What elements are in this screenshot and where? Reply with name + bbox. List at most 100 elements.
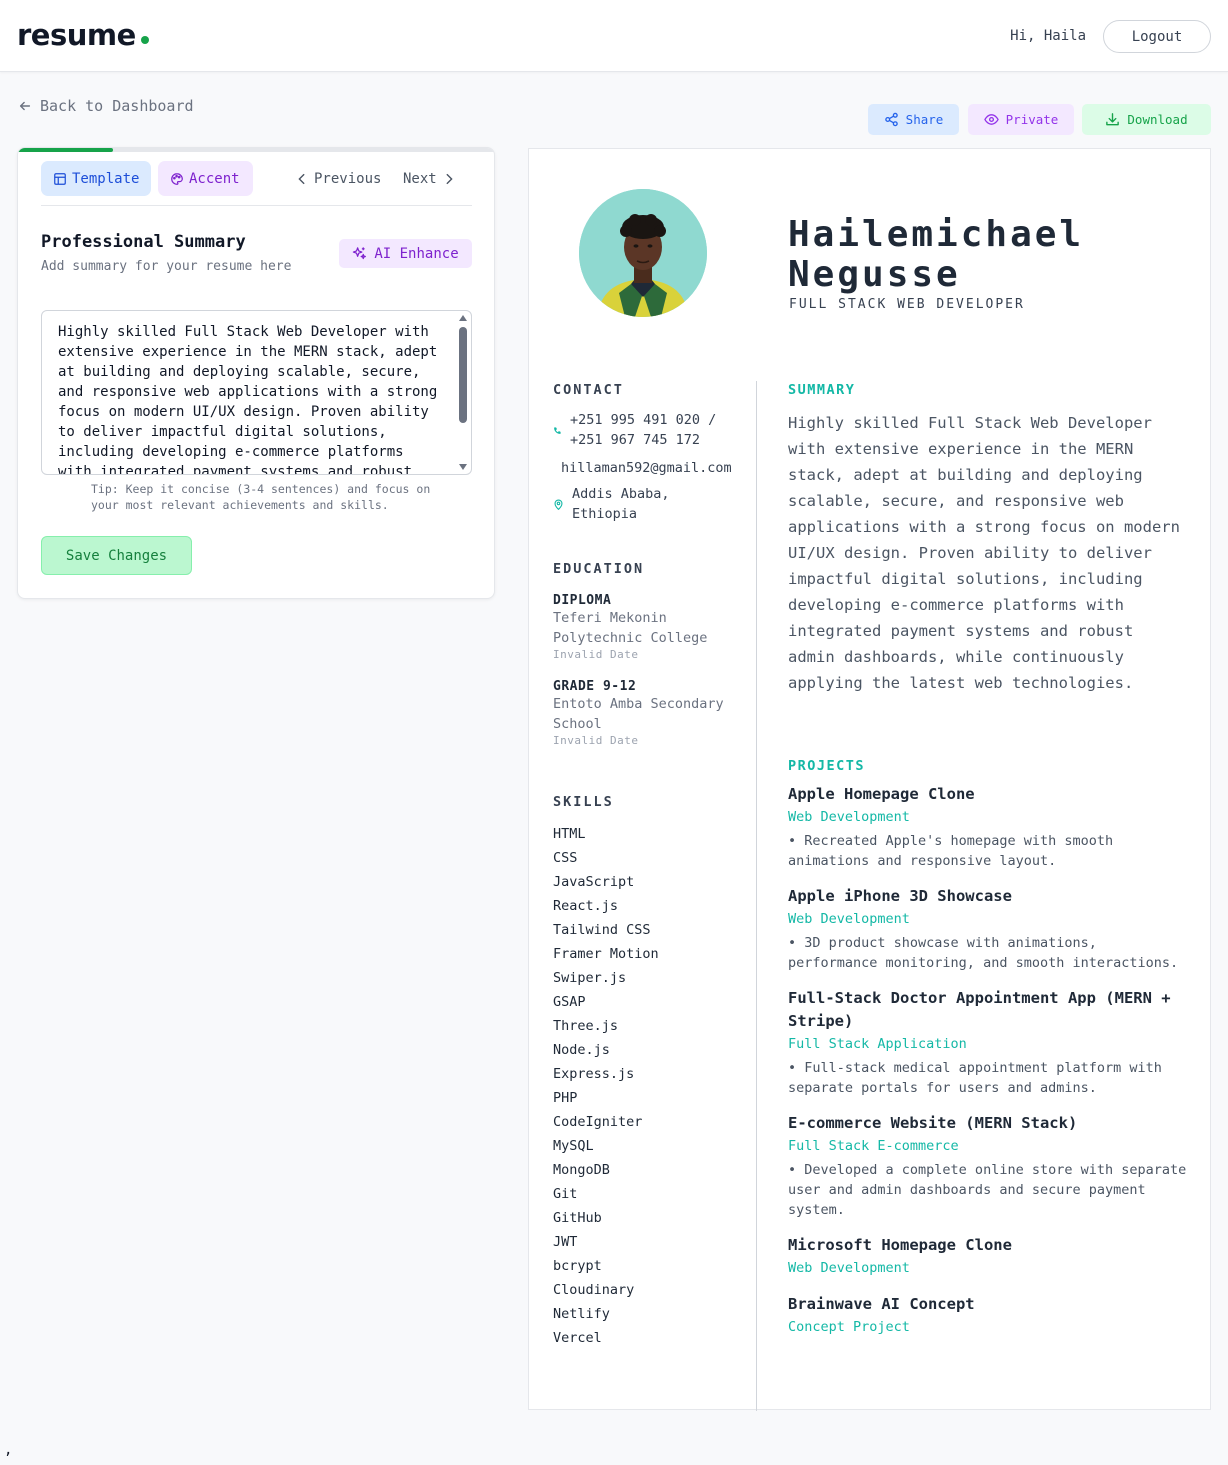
last-name: Negusse xyxy=(788,254,961,295)
education-school: Entoto Amba Secondary School xyxy=(553,696,724,732)
scroll-down-arrow[interactable] xyxy=(459,464,467,470)
skills-heading: SKILLS xyxy=(553,794,614,810)
sparkles-icon xyxy=(353,247,367,260)
template-label: Template xyxy=(72,170,140,187)
skill-item: Swiper.js xyxy=(553,970,627,986)
download-label: Download xyxy=(1127,112,1188,127)
layout-icon xyxy=(54,172,66,185)
skill-item: GitHub xyxy=(553,1210,602,1226)
share-button[interactable]: Share xyxy=(868,104,959,135)
previous-label: Previous xyxy=(314,170,382,187)
project-title: Full-Stack Doctor Appointment App (MERN … xyxy=(788,989,1171,1030)
share-icon xyxy=(884,112,898,127)
progress-track xyxy=(18,148,494,152)
first-name: Hailemichael xyxy=(788,214,1085,255)
back-label: Back to Dashboard xyxy=(40,97,194,115)
tip-text: Tip: Keep it concise (3-4 sentences) and… xyxy=(91,482,431,512)
textarea-scrollbar[interactable] xyxy=(456,311,470,474)
skill-item: React.js xyxy=(553,898,619,914)
skills-section: SKILLS HTML CSS JavaScript React.js Tailwind… xyxy=(553,794,748,1350)
next-button[interactable]: Next xyxy=(397,161,462,196)
project-item: Apple Homepage Clone Web Development • Rec… xyxy=(788,783,1188,871)
contact-heading: CONTACT xyxy=(553,382,624,398)
previous-button[interactable]: Previous xyxy=(289,161,387,196)
education-date: Invalid Date xyxy=(553,734,639,747)
map-pin-icon xyxy=(554,499,563,510)
summary-section: SUMMARY Highly skilled Full Stack Web De… xyxy=(788,382,1188,696)
projects-list: Apple Homepage Clone Web Development • Rec… xyxy=(788,783,1188,1338)
contact-phone: +251 995 491 020 / +251 967 745 172 xyxy=(553,410,748,450)
project-item: E-commerce Website (MERN Stack) Full Stac… xyxy=(788,1112,1188,1220)
arrow-left-icon xyxy=(19,101,31,111)
editor-toolbar: Template Accent Previous Next xyxy=(41,161,472,206)
logo-text: resume xyxy=(17,18,136,52)
project-type: Web Development xyxy=(788,1260,910,1276)
phone-icon xyxy=(554,426,561,434)
private-button[interactable]: Private xyxy=(968,104,1074,135)
education-date: Invalid Date xyxy=(553,648,639,661)
summary-textarea-value: Highly skilled Full Stack Web Developer … xyxy=(58,324,438,475)
project-description: • 3D product showcase with animations, p… xyxy=(788,935,1179,971)
user-greeting: Hi, Haila xyxy=(1010,28,1086,44)
share-label: Share xyxy=(905,112,944,127)
resume-name: Hailemichael Negusse xyxy=(788,215,1084,295)
skill-item: Framer Motion xyxy=(553,946,659,962)
project-type: Web Development xyxy=(788,911,910,927)
project-title: Apple Homepage Clone xyxy=(788,785,975,803)
section-subtitle: Add summary for your resume here xyxy=(41,259,292,274)
summary-textarea[interactable]: Highly skilled Full Stack Web Developer … xyxy=(41,310,472,475)
skill-item: GSAP xyxy=(553,994,586,1010)
resume-preview: Hailemichael Negusse FULL STACK WEB DEVE… xyxy=(528,148,1211,1411)
skill-item: JavaScript xyxy=(553,874,635,890)
logo[interactable]: resume xyxy=(17,18,149,52)
template-button[interactable]: Template xyxy=(41,161,151,196)
skill-item: Node.js xyxy=(553,1042,610,1058)
back-to-dashboard-link[interactable]: Back to Dashboard xyxy=(18,97,194,115)
scroll-up-arrow[interactable] xyxy=(459,315,467,321)
top-navbar: resume Hi, Haila Logout xyxy=(0,0,1228,72)
phone-text: +251 995 491 020 / +251 967 745 172 xyxy=(570,412,717,448)
project-title: Microsoft Homepage Clone xyxy=(788,1236,1012,1254)
skill-item: Express.js xyxy=(553,1066,635,1082)
skill-item: MySQL xyxy=(553,1138,594,1154)
education-degree: DIPLOMA xyxy=(553,593,612,608)
project-type: Full Stack Application xyxy=(788,1036,967,1052)
scroll-thumb[interactable] xyxy=(459,327,467,423)
education-section: EDUCATION DIPLOMA Teferi Mekonin Polytec… xyxy=(553,561,748,747)
project-item: Brainwave AI Concept Concept Project xyxy=(788,1293,1188,1338)
skill-item: CSS xyxy=(553,850,578,866)
skill-item: Three.js xyxy=(553,1018,619,1034)
editor-panel: Template Accent Previous Next Profession… xyxy=(17,147,495,599)
ai-enhance-label: AI Enhance xyxy=(374,245,459,262)
accent-button[interactable]: Accent xyxy=(158,161,253,196)
project-item: Apple iPhone 3D Showcase Web Development •… xyxy=(788,885,1188,973)
ai-enhance-button[interactable]: AI Enhance xyxy=(339,239,472,268)
progress-bar xyxy=(18,148,114,152)
project-type: Full Stack E-commerce xyxy=(788,1138,959,1154)
profile-photo-illustration xyxy=(579,189,707,317)
next-label: Next xyxy=(403,170,437,187)
accent-label: Accent xyxy=(189,170,240,187)
project-type: Concept Project xyxy=(788,1319,910,1335)
profile-photo xyxy=(579,189,707,317)
download-button[interactable]: Download xyxy=(1082,104,1211,135)
summary-heading: SUMMARY xyxy=(788,382,856,398)
project-description: • Full-stack medical appointment platfor… xyxy=(788,1060,1162,1096)
logout-button[interactable]: Logout xyxy=(1103,20,1211,53)
education-item: GRADE 9-12 Entoto Amba Secondary School … xyxy=(553,679,748,747)
email-text: hillaman592@gmail.com xyxy=(561,460,732,476)
projects-section: PROJECTS Apple Homepage Clone Web Develop… xyxy=(788,758,1188,1338)
skill-item: Tailwind CSS xyxy=(553,922,651,938)
summary-paragraph: Highly skilled Full Stack Web Developer … xyxy=(788,414,1180,692)
education-degree: GRADE 9-12 xyxy=(553,679,637,694)
skill-item: Netlify xyxy=(553,1306,610,1322)
skill-item: bcrypt xyxy=(553,1258,602,1274)
skill-item: CodeIgniter xyxy=(553,1114,643,1130)
chevron-right-icon xyxy=(446,173,453,184)
education-school: Teferi Mekonin Polytechnic College xyxy=(553,610,708,646)
save-changes-button[interactable]: Save Changes xyxy=(41,536,192,575)
project-item: Microsoft Homepage Clone Web Development xyxy=(788,1234,1188,1279)
contact-location: Addis Ababa, Ethiopia xyxy=(553,484,748,524)
project-type: Web Development xyxy=(788,809,910,825)
eye-icon xyxy=(983,114,999,125)
